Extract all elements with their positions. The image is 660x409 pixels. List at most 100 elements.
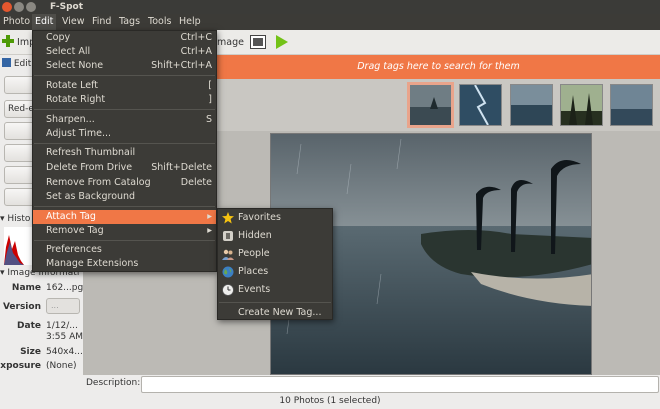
menu-separator — [34, 75, 215, 76]
menu-separator — [34, 109, 215, 110]
copy-label: Copy — [46, 32, 71, 43]
copy-accel: Ctrl+C — [180, 32, 213, 43]
info-time-value: 3:55 AM — [46, 332, 83, 342]
status-bar: 10 Photos (1 selected) — [0, 393, 660, 409]
thumbnail-1[interactable] — [407, 82, 454, 128]
delete-from-drive-label: Delete From Drive — [46, 162, 133, 173]
rotate-right-label: Rotate Right — [46, 94, 106, 105]
menu-item-delete-from-drive[interactable]: Delete From Drive Shift+Delete — [33, 161, 216, 175]
edit-image-button[interactable]: mage — [217, 33, 244, 52]
menu-item-refresh-thumbnail[interactable]: Refresh Thumbnail — [33, 146, 216, 160]
menu-item-select-none[interactable]: Select None Shift+Ctrl+A — [33, 59, 216, 73]
version-select[interactable]: ... — [46, 298, 80, 314]
info-name-key: Name — [11, 283, 41, 293]
thumbnail-image — [561, 85, 602, 125]
menu-item-manage-extensions[interactable]: Manage Extensions — [33, 257, 216, 271]
refresh-thumbnail-label: Refresh Thumbnail — [46, 147, 136, 158]
tag-search-placeholder: Drag tags here to search for them — [357, 61, 520, 72]
description-label: Description: — [86, 378, 141, 388]
menu-item-select-all[interactable]: Select All Ctrl+A — [33, 45, 216, 59]
select-all-accel: Ctrl+A — [180, 46, 212, 57]
attach-tag-arrow: ▸ — [207, 211, 212, 222]
globe-icon — [222, 266, 234, 278]
rotate-right-accel: ] — [208, 94, 212, 105]
info-date-value: 1/12/... — [46, 321, 78, 331]
delete-from-drive-accel: Shift+Delete — [151, 162, 212, 173]
adjust-time-label: Adjust Time... — [46, 128, 112, 139]
people-label: People — [238, 248, 270, 259]
tag-item-hidden[interactable]: Hidden — [218, 227, 332, 245]
select-none-accel: Shift+Ctrl+A — [151, 60, 212, 71]
tag-item-create-new[interactable]: Create New Tag... — [218, 304, 332, 322]
select-all-label: Select All — [46, 46, 91, 57]
menu-bar: Photo Edit View Find Tags Tools Help — [0, 14, 660, 30]
window-title: F-Spot — [50, 2, 84, 12]
edit-image-label: mage — [217, 37, 244, 48]
info-exposure-value: (None) — [46, 361, 77, 371]
hidden-label: Hidden — [238, 230, 272, 241]
menu-edit[interactable]: Edit — [32, 14, 57, 30]
fullscreen-button[interactable] — [250, 35, 266, 54]
minimize-window-icon[interactable] — [14, 2, 24, 12]
menu-tags[interactable]: Tags — [116, 14, 143, 30]
tag-item-places[interactable]: Places — [218, 263, 332, 281]
set-as-background-label: Set as Background — [46, 191, 136, 202]
attach-tag-submenu: Favorites Hidden People Places Events Cr… — [217, 208, 333, 320]
add-icon — [2, 35, 14, 47]
thumbnail-3[interactable] — [510, 84, 553, 126]
import-button[interactable]: Imp — [2, 33, 35, 52]
description-row: Description: — [83, 375, 660, 393]
menu-help[interactable]: Help — [176, 14, 204, 30]
menu-tools[interactable]: Tools — [145, 14, 174, 30]
close-window-icon[interactable] — [2, 2, 12, 12]
sharpen-label: Sharpen... — [46, 114, 95, 125]
maximize-window-icon[interactable] — [26, 2, 36, 12]
menu-item-remove-from-catalog[interactable]: Remove From Catalog Delete — [33, 176, 216, 190]
play-icon — [276, 35, 288, 49]
remove-from-catalog-label: Remove From Catalog — [46, 177, 151, 188]
preferences-label: Preferences — [46, 244, 102, 255]
menu-item-set-as-background[interactable]: Set as Background — [33, 190, 216, 204]
thumbnail-image — [410, 85, 451, 125]
edit-tab-label: Edit — [13, 59, 32, 69]
remove-from-catalog-accel: Delete — [180, 177, 212, 188]
create-new-tag-label: Create New Tag... — [238, 307, 322, 318]
histogram-chart — [4, 227, 32, 265]
menu-item-sharpen[interactable]: Sharpen... S — [33, 113, 216, 127]
tag-item-favorites[interactable]: Favorites — [218, 209, 332, 227]
description-input[interactable] — [141, 376, 659, 393]
menu-item-remove-tag[interactable]: Remove Tag ▸ — [33, 224, 216, 238]
edit-tab[interactable]: Edit — [2, 58, 31, 69]
remove-tag-label: Remove Tag — [46, 225, 104, 236]
select-none-label: Select None — [46, 60, 104, 71]
info-date-key: Date — [17, 321, 41, 331]
menu-item-adjust-time[interactable]: Adjust Time... — [33, 127, 216, 141]
edit-menu-dropdown: Copy Ctrl+C Select All Ctrl+A Select None S… — [32, 30, 217, 272]
menu-find[interactable]: Find — [89, 14, 114, 30]
menu-item-rotate-left[interactable]: Rotate Left [ — [33, 79, 216, 93]
menu-item-rotate-right[interactable]: Rotate Right] — [33, 93, 216, 107]
remove-tag-arrow: ▸ — [207, 225, 212, 236]
menu-item-copy[interactable]: Copy Ctrl+C — [33, 31, 216, 45]
menu-separator — [34, 206, 215, 207]
thumbnail-2[interactable] — [459, 84, 502, 126]
clock-icon — [222, 284, 234, 296]
version-select-value: ... — [51, 301, 59, 310]
rotate-left-label: Rotate Left — [46, 80, 98, 91]
tag-item-people[interactable]: People — [218, 245, 332, 263]
histogram-header[interactable]: ▾ Histo — [0, 214, 30, 224]
events-label: Events — [238, 284, 271, 295]
slideshow-button[interactable] — [275, 35, 289, 54]
menu-item-attach-tag[interactable]: Attach Tag ▸ — [33, 210, 216, 224]
thumbnail-4[interactable] — [560, 84, 603, 126]
menu-photo[interactable]: Photo — [0, 14, 33, 30]
histogram-label: Histo — [7, 214, 31, 224]
title-bar: F-Spot — [0, 0, 660, 14]
menu-view[interactable]: View — [59, 14, 88, 30]
info-size-value: 540x4... — [46, 347, 83, 357]
tag-item-events[interactable]: Events — [218, 281, 332, 299]
thumbnail-5[interactable] — [610, 84, 653, 126]
tag-search-bar[interactable]: Drag tags here to search for them — [217, 55, 660, 79]
attach-tag-label: Attach Tag — [46, 211, 96, 222]
menu-item-preferences[interactable]: Preferences — [33, 243, 216, 257]
